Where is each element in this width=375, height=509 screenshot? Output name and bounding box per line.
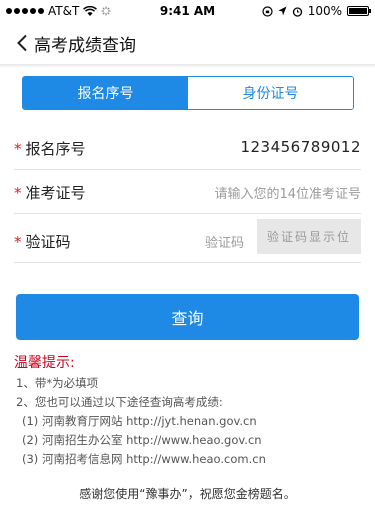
required-mark: * bbox=[14, 233, 22, 251]
alarm-icon bbox=[292, 6, 302, 17]
tip-source-jyt: (1) 河南教育厅网站 http://jyt.henan.gov.cn bbox=[22, 414, 257, 428]
battery-percent: 100% bbox=[307, 4, 342, 18]
footer-message: 感谢您使用“豫事办”，祝愿您金榜题名。 bbox=[79, 487, 296, 501]
captcha-label: * 验证码 bbox=[14, 233, 71, 251]
nav-bar: 高考成绩查询 bbox=[0, 22, 375, 64]
tip-other-channels: 2、您也可以通过以下途径查询高考成绩: bbox=[16, 395, 223, 409]
tips-title: 温馨提示: bbox=[14, 355, 75, 371]
location-icon bbox=[278, 6, 287, 16]
ticket-number-input[interactable]: 请输入您的14位准考证号 bbox=[214, 183, 361, 202]
nav-divider bbox=[0, 64, 375, 68]
battery-icon bbox=[347, 6, 371, 16]
ticket-number-label: * 准考证号 bbox=[14, 184, 86, 202]
query-type-segment: 报名序号 身份证号 bbox=[22, 76, 354, 110]
chevron-left-icon[interactable] bbox=[10, 22, 34, 64]
registration-number-label: * 报名序号 bbox=[14, 140, 86, 158]
tip-source-heao-gov: (2) 河南招生办公室 http://www.heao.gov.cn bbox=[22, 433, 262, 447]
required-mark: * bbox=[14, 184, 22, 202]
captcha-row: * 验证码 验证码 验证码显示位 bbox=[14, 219, 361, 263]
status-bar: AT&T 9:41 AM 100% bbox=[0, 0, 375, 22]
ticket-number-row: * 准考证号 请输入您的14位准考证号 bbox=[14, 170, 361, 214]
status-right: 100% bbox=[262, 4, 371, 18]
query-button[interactable]: 查询 bbox=[16, 294, 359, 340]
tips-list: 1、带*为必填项 2、您也可以通过以下途径查询高考成绩: (1) 河南教育厅网站… bbox=[16, 374, 266, 469]
captcha-image[interactable]: 验证码显示位 bbox=[257, 219, 361, 254]
page-title: 高考成绩查询 bbox=[34, 35, 136, 56]
tab-registration-number[interactable]: 报名序号 bbox=[23, 77, 188, 109]
tip-required: 1、带*为必填项 bbox=[16, 376, 99, 390]
tip-source-heao-com: (3) 河南招考信息网 http://www.heao.com.cn bbox=[22, 452, 266, 466]
registration-number-input[interactable]: 123456789012 bbox=[240, 138, 361, 156]
captcha-input[interactable]: 验证码 bbox=[205, 232, 244, 251]
registration-number-row: * 报名序号 123456789012 bbox=[14, 126, 361, 170]
tab-id-number[interactable]: 身份证号 bbox=[188, 77, 353, 109]
rotation-lock-icon bbox=[262, 5, 273, 17]
required-mark: * bbox=[14, 140, 22, 158]
